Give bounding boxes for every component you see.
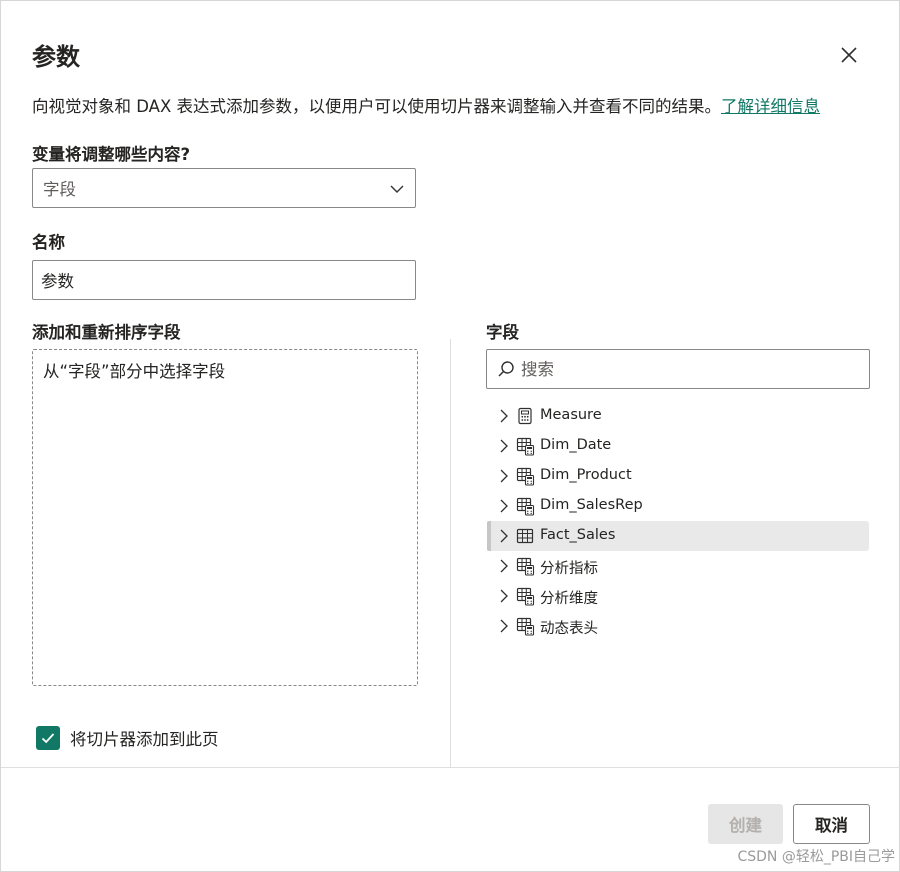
footer-divider <box>1 767 900 768</box>
add-slicer-option[interactable]: 将切片器添加到此页 <box>36 726 219 750</box>
chevron-down-icon <box>390 185 404 193</box>
tree-item-analysis-metrics[interactable]: 分析指标 <box>487 551 869 581</box>
tree-item-fact-sales[interactable]: Fact_Sales <box>487 521 869 551</box>
table-calc-icon <box>516 557 535 576</box>
description-text: 向视觉对象和 DAX 表达式添加参数，以便用户可以使用切片器来调整输入并查看不同… <box>32 97 721 116</box>
chevron-right-icon[interactable] <box>498 619 510 633</box>
chevron-right-icon[interactable] <box>498 559 510 573</box>
add-slicer-label: 将切片器添加到此页 <box>70 730 219 749</box>
calculator-icon <box>518 407 532 425</box>
vertical-divider <box>450 339 451 767</box>
search-icon <box>498 361 514 377</box>
table-calc-icon <box>516 587 535 606</box>
tree-item-label: 分析指标 <box>540 561 598 577</box>
tree-item-dim-salesrep[interactable]: Dim_SalesRep <box>487 491 869 521</box>
create-button[interactable]: 创建 <box>708 804 783 844</box>
tree-item-label: Measure <box>540 407 602 423</box>
tree-item-dim-product[interactable]: Dim_Product <box>487 461 869 491</box>
add-slicer-checkbox[interactable] <box>36 726 60 750</box>
reorder-label: 添加和重新排序字段 <box>32 323 181 342</box>
watermark: CSDN @轻松_PBI自己学 <box>737 849 895 865</box>
table-calc-icon <box>516 497 535 516</box>
tree-item-dim-date[interactable]: Dim_Date <box>487 431 869 461</box>
tree-item-label: 分析维度 <box>540 591 598 607</box>
name-label: 名称 <box>32 233 65 252</box>
dropzone-placeholder: 从“字段”部分中选择字段 <box>43 362 226 381</box>
dialog-title: 参数 <box>32 43 80 71</box>
chevron-right-icon[interactable] <box>498 529 510 543</box>
tree-item-label: Dim_Product <box>540 467 632 483</box>
fields-tree: Measure Dim_Date Dim_Product Dim_SalesRe… <box>487 401 869 641</box>
tree-item-label: Fact_Sales <box>540 527 616 543</box>
reorder-dropzone[interactable]: 从“字段”部分中选择字段 <box>32 349 418 686</box>
tree-item-label: Dim_SalesRep <box>540 497 643 513</box>
chevron-right-icon[interactable] <box>498 439 510 453</box>
variable-label: 变量将调整哪些内容? <box>32 145 191 164</box>
tree-item-label: Dim_Date <box>540 437 612 453</box>
chevron-right-icon[interactable] <box>498 409 510 423</box>
tree-item-dynamic-header[interactable]: 动态表头 <box>487 611 869 641</box>
chevron-right-icon[interactable] <box>498 499 510 513</box>
close-button[interactable] <box>835 41 863 69</box>
table-icon <box>516 528 534 544</box>
cancel-button[interactable]: 取消 <box>793 804 870 844</box>
search-input[interactable] <box>521 359 851 379</box>
parameter-dialog: 参数 向视觉对象和 DAX 表达式添加参数，以便用户可以使用切片器来调整输入并查… <box>0 0 900 872</box>
checkmark-icon <box>41 733 55 744</box>
tree-item-analysis-dimensions[interactable]: 分析维度 <box>487 581 869 611</box>
table-calc-icon <box>516 437 535 456</box>
close-icon <box>841 47 857 63</box>
fields-search[interactable] <box>486 349 870 389</box>
fields-label: 字段 <box>486 323 519 342</box>
dialog-description: 向视觉对象和 DAX 表达式添加参数，以便用户可以使用切片器来调整输入并查看不同… <box>32 93 820 117</box>
learn-more-link[interactable]: 了解详细信息 <box>721 97 820 116</box>
variable-select[interactable]: 字段 <box>32 168 416 208</box>
chevron-right-icon[interactable] <box>498 469 510 483</box>
chevron-right-icon[interactable] <box>498 589 510 603</box>
tree-item-label: 动态表头 <box>540 621 598 637</box>
tree-item-measure[interactable]: Measure <box>487 401 869 431</box>
table-calc-icon <box>516 617 535 636</box>
name-input[interactable] <box>32 260 416 300</box>
variable-selected-value: 字段 <box>43 180 76 199</box>
table-calc-icon <box>516 467 535 486</box>
